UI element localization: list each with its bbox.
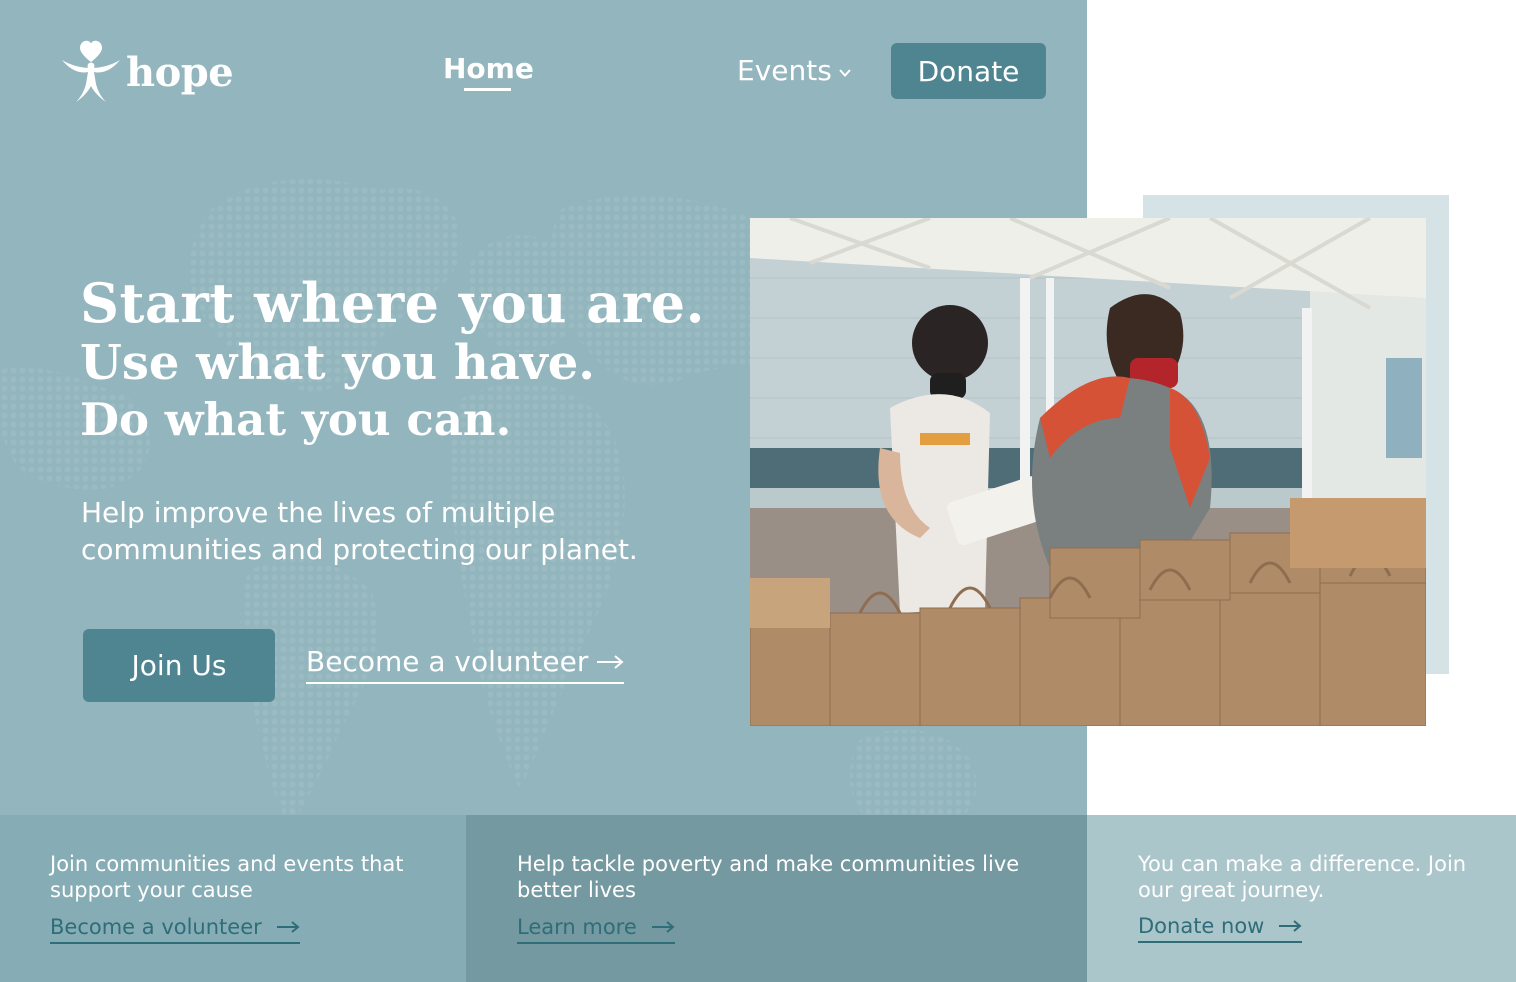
volunteer-card: Join communities and events that support… <box>0 815 466 982</box>
nav-events-dropdown[interactable]: Events <box>737 54 852 87</box>
headline-line-1: Start where you are. <box>80 271 705 335</box>
become-volunteer-label: Become a volunteer <box>306 645 589 678</box>
card-description: You can make a difference. Join our grea… <box>1138 852 1467 902</box>
card-learn-more-link[interactable]: Learn more <box>517 915 675 944</box>
chevron-down-icon <box>839 68 851 77</box>
card-description: Help tackle poverty and make communities… <box>517 852 1020 902</box>
brand-logo[interactable]: hope <box>60 40 234 104</box>
hero-subtext: Help improve the lives of multiple commu… <box>81 496 638 566</box>
join-us-button[interactable]: Join Us <box>83 629 275 702</box>
brand-name: hope <box>126 48 234 96</box>
card-link-label: Learn more <box>517 915 637 939</box>
card-donate-now-link[interactable]: Donate now <box>1138 914 1303 943</box>
arrow-right-icon <box>651 921 675 933</box>
nav-active-indicator <box>464 88 511 91</box>
heart-figure-icon <box>62 40 120 102</box>
arrow-right-icon <box>276 921 300 933</box>
card-description: Join communities and events that support… <box>50 852 404 902</box>
volunteers-photo <box>750 218 1426 726</box>
donate-button[interactable]: Donate <box>891 43 1046 99</box>
nav-events-label: Events <box>737 54 832 87</box>
donate-card: You can make a difference. Join our grea… <box>1087 815 1516 982</box>
arrow-right-icon <box>1279 920 1302 932</box>
card-become-volunteer-link[interactable]: Become a volunteer <box>50 915 300 944</box>
poverty-card: Help tackle poverty and make communities… <box>466 815 1087 982</box>
hero-headline: Start where you are. Use what you have. … <box>80 272 705 448</box>
nav-home-link[interactable]: Home <box>443 52 534 85</box>
headline-line-2: Use what you have. <box>80 335 595 391</box>
arrow-right-icon <box>597 654 624 669</box>
card-link-label: Become a volunteer <box>50 915 262 939</box>
card-link-label: Donate now <box>1138 914 1265 938</box>
become-volunteer-link[interactable]: Become a volunteer <box>306 645 625 684</box>
headline-line-3: Do what you can. <box>80 393 512 446</box>
